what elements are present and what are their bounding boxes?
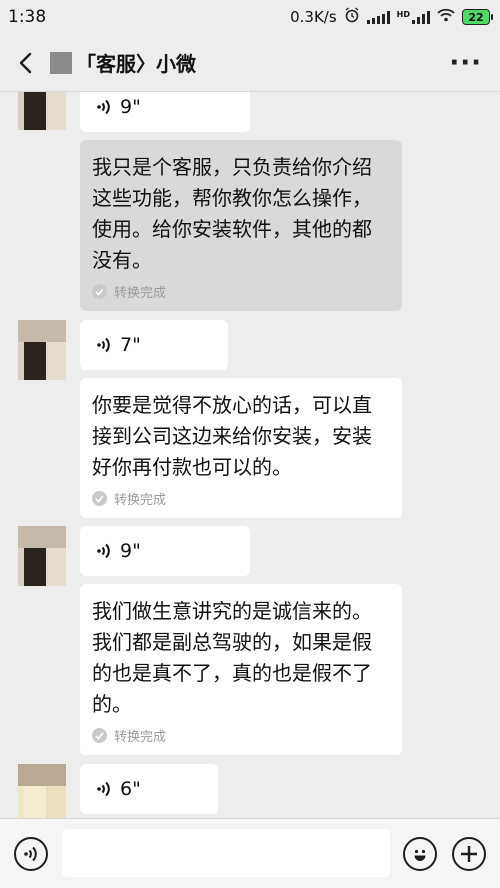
voice-message[interactable]: 9": [80, 92, 250, 132]
voice-mode-button[interactable]: [14, 837, 48, 871]
voice-wave-icon: [96, 98, 112, 116]
status-label: 转换完成: [114, 493, 167, 508]
voice-message[interactable]: 9": [80, 526, 250, 576]
voice-duration: 9": [120, 96, 141, 118]
check-icon: [92, 728, 107, 743]
message-input[interactable]: [62, 829, 390, 877]
transcript-text: 我只是个客服，只负责给你介绍这些功能，帮你教你怎么操作，使用。给你安装软件，其他…: [92, 155, 372, 272]
transcript-text: 你要是觉得不放心的话，可以直接到公司这边来给你安装，安装好你再付款也可以的。: [92, 393, 372, 479]
plus-button[interactable]: [452, 837, 486, 871]
sender-avatar[interactable]: [18, 320, 66, 380]
transcript-status: 转换完成: [92, 489, 390, 508]
voice-transcript-card[interactable]: 我只是个客服，只负责给你介绍这些功能，帮你教你怎么操作，使用。给你安装软件，其他…: [80, 140, 402, 311]
plus-icon: [461, 846, 477, 862]
voice-duration: 7": [120, 334, 141, 356]
signal-icon: [366, 10, 390, 24]
contact-thumbnail: [50, 51, 72, 74]
sender-avatar[interactable]: [18, 92, 66, 130]
voice-duration: 9": [120, 540, 141, 562]
transcript-status: 转换完成: [92, 726, 390, 745]
voice-wave-icon: [96, 542, 112, 560]
transcript-text: 我们做生意讲究的是诚信来的。我们都是副总驾驶的，如果是假的也是真不了，真的也是假…: [92, 599, 372, 716]
voice-transcript-card[interactable]: 你要是觉得不放心的话，可以直接到公司这边来给你安装，安装好你再付款也可以的。 转…: [80, 378, 402, 518]
chat-header: 「客服〉小微 ···: [0, 34, 500, 92]
emoji-icon: [414, 849, 426, 861]
check-icon: [92, 284, 107, 299]
chat-title: 「客服〉小微: [76, 52, 196, 76]
net-speed: 0.3K/s: [290, 8, 337, 26]
hd-signal-icon: HD: [396, 9, 430, 24]
sender-avatar[interactable]: [18, 764, 66, 818]
emoji-button[interactable]: [403, 837, 437, 871]
status-icons: 0.3K/s HD 22: [290, 7, 493, 27]
more-dots-icon: ···: [449, 48, 482, 78]
input-bar: [0, 818, 500, 888]
status-label: 转换完成: [114, 286, 167, 301]
check-icon: [92, 491, 107, 506]
more-button[interactable]: ···: [449, 34, 482, 92]
voice-message[interactable]: 6": [80, 764, 218, 814]
status-bar: 1:38 0.3K/s HD 22: [0, 0, 500, 34]
voice-wave-icon: [96, 336, 112, 354]
chevron-left-icon: [19, 52, 32, 73]
hd-label: HD: [396, 9, 410, 19]
alarm-icon: [344, 7, 360, 27]
voice-wave-icon: [96, 780, 112, 798]
status-time: 1:38: [8, 7, 47, 27]
battery-icon: 22: [462, 9, 493, 25]
transcript-status: 转换完成: [92, 282, 390, 301]
voice-mode-icon: [24, 846, 37, 862]
wifi-icon: [437, 8, 455, 26]
sender-avatar[interactable]: [18, 526, 66, 586]
voice-message[interactable]: 7": [80, 320, 228, 370]
voice-transcript-card[interactable]: 我们做生意讲究的是诚信来的。我们都是副总驾驶的，如果是假的也是真不了，真的也是假…: [80, 584, 402, 755]
status-label: 转换完成: [114, 730, 167, 745]
voice-duration: 6": [120, 778, 141, 800]
back-button[interactable]: [0, 34, 50, 92]
message-list[interactable]: 9" 我只是个客服，只负责给你介绍这些功能，帮你教你怎么操作，使用。给你安装软件…: [0, 92, 500, 818]
